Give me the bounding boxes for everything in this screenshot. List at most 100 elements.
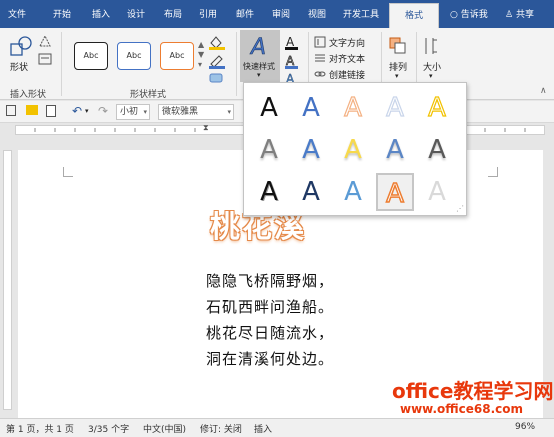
text-box-icon[interactable] <box>38 52 52 66</box>
text-outline-icon[interactable]: A <box>284 53 300 69</box>
font-name-combo[interactable]: 微软雅黑 ▾ <box>158 104 234 120</box>
shape-style-1[interactable]: Abc <box>74 42 108 70</box>
chevron-down-icon: ▾ <box>143 108 147 116</box>
poem-line: 隐隐飞桥隔野烟， <box>206 272 335 290</box>
ribbon-tab-bar: 文件 开始 插入 设计 布局 引用 邮件 审阅 视图 开发工具 格式 ○ 告诉我… <box>0 0 554 31</box>
font-size-combo[interactable]: 小初 ▾ <box>116 104 150 120</box>
chevron-down-icon: ▾ <box>395 72 399 80</box>
font-size-value: 小初 <box>120 107 139 117</box>
shapes-icon[interactable] <box>10 36 32 56</box>
word-count[interactable]: 3/35 个字 <box>88 422 129 435</box>
tab-review[interactable]: 审阅 <box>264 0 298 28</box>
quick-style-option[interactable]: A <box>376 131 414 169</box>
margin-corner-mark <box>488 167 498 177</box>
tab-format[interactable]: 格式 <box>389 3 439 31</box>
page-count[interactable]: 第 1 页，共 1 页 <box>6 422 74 435</box>
tab-layout[interactable]: 布局 <box>156 0 190 28</box>
watermark: office教程学习网 www.office68.com <box>392 380 553 416</box>
edit-shape-icon[interactable] <box>38 34 52 48</box>
quick-style-option[interactable]: A <box>292 173 330 211</box>
arrange-icon[interactable] <box>388 36 408 56</box>
chevron-down-icon: ▾ <box>227 108 231 116</box>
margin-corner-mark <box>63 167 73 177</box>
poem-line: 石矶西畔问渔船。 <box>206 298 335 316</box>
svg-text:A: A <box>249 35 266 58</box>
redo-icon[interactable]: ↷ <box>98 104 108 118</box>
shape-fill-icon[interactable] <box>208 34 226 50</box>
link-icon[interactable] <box>314 68 326 80</box>
chevron-down-icon[interactable]: ▾ <box>85 107 89 115</box>
font-name-value: 微软雅黑 <box>162 107 199 117</box>
lightbulb-icon: ○ <box>450 10 458 20</box>
size-icon[interactable] <box>423 36 443 56</box>
quick-style-option[interactable]: A <box>292 131 330 169</box>
group-label-insert-shapes: 插入形状 <box>9 90 46 100</box>
tab-insert[interactable]: 插入 <box>84 0 118 28</box>
quick-styles-gallery: A A A A A A A A A A A A A A A ⋰ <box>243 82 467 216</box>
group-separator <box>236 32 237 96</box>
tab-references[interactable]: 引用 <box>191 0 225 28</box>
quick-styles-button[interactable]: A 快速样式 ▾ <box>240 30 280 82</box>
text-direction-icon[interactable] <box>314 36 326 48</box>
ruler-track <box>3 150 12 410</box>
status-bar: 第 1 页，共 1 页 3/35 个字 中文(中国) 修订: 关闭 插入 96% <box>0 418 554 437</box>
quick-style-option[interactable]: A <box>418 131 456 169</box>
share-label: 共享 <box>515 10 534 20</box>
undo-icon[interactable]: ↶ <box>72 104 82 118</box>
quick-style-option[interactable]: A <box>334 173 372 211</box>
share-button[interactable]: ♙ 共享 <box>505 0 534 28</box>
zoom-level[interactable]: 96% <box>515 422 535 432</box>
poem-line: 洞在清溪何处边。 <box>206 350 335 368</box>
quick-style-option[interactable]: A <box>418 173 456 211</box>
indent-marker-icon[interactable]: ⧗ <box>203 123 209 133</box>
tab-view[interactable]: 视图 <box>300 0 334 28</box>
quick-style-option[interactable]: A <box>376 89 414 127</box>
shape-effects-icon[interactable] <box>208 72 226 84</box>
gallery-scroll-icon[interactable]: ▲ ▼ ▾ <box>198 40 204 70</box>
text-fill-icon[interactable]: A <box>284 34 300 50</box>
language-indicator[interactable]: 中文(中国) <box>143 422 186 435</box>
new-document-icon[interactable] <box>46 105 56 117</box>
text-direction-button[interactable]: 文字方向 <box>329 36 365 49</box>
quick-style-option[interactable]: A <box>250 173 288 211</box>
resize-grip-icon[interactable]: ⋰ <box>456 204 464 213</box>
person-icon: ♙ <box>505 10 514 20</box>
tab-developer[interactable]: 开发工具 <box>337 0 385 28</box>
tab-design[interactable]: 设计 <box>119 0 153 28</box>
align-text-icon[interactable] <box>314 52 326 64</box>
quick-style-option[interactable]: A <box>334 89 372 127</box>
quick-style-option[interactable]: A <box>292 89 330 127</box>
shape-style-2[interactable]: Abc <box>117 42 151 70</box>
insert-mode-indicator[interactable]: 插入 <box>254 422 272 435</box>
shapes-button-label[interactable]: 形状 <box>10 60 28 73</box>
track-changes-indicator[interactable]: 修订: 关闭 <box>200 422 242 435</box>
tab-file[interactable]: 文件 <box>0 0 34 28</box>
shape-style-3[interactable]: Abc <box>160 42 194 70</box>
tab-home[interactable]: 开始 <box>45 0 79 28</box>
svg-text:A: A <box>286 54 295 68</box>
quick-style-option[interactable]: A <box>250 131 288 169</box>
quick-style-option[interactable]: A <box>250 89 288 127</box>
tell-me-label: 告诉我 <box>460 10 488 20</box>
wordart-a-icon: A <box>249 35 267 58</box>
save-icon[interactable] <box>6 105 16 116</box>
create-link-button[interactable]: 创建链接 <box>329 68 365 81</box>
chevron-down-icon: ▾ <box>257 71 261 79</box>
group-label-shape-styles: 形状样式 <box>129 90 166 100</box>
chevron-down-icon: ▾ <box>429 72 433 80</box>
quick-style-option[interactable]: A <box>418 89 456 127</box>
tell-me-button[interactable]: ○ 告诉我 <box>450 0 488 28</box>
tab-mailings[interactable]: 邮件 <box>228 0 262 28</box>
vertical-ruler <box>0 150 15 410</box>
quick-style-option[interactable]: A <box>376 173 414 211</box>
watermark-line-2: www.office68.com <box>400 402 524 416</box>
svg-text:A: A <box>286 35 295 49</box>
quick-style-option[interactable]: A <box>334 131 372 169</box>
open-folder-icon[interactable] <box>26 105 38 115</box>
group-separator <box>61 32 62 96</box>
poem-line: 桃花尽日随流水， <box>206 324 335 342</box>
collapse-ribbon-icon[interactable]: ∧ <box>540 86 547 96</box>
watermark-line-1: office教程学习网 <box>392 379 554 403</box>
align-text-button[interactable]: 对齐文本 <box>329 52 365 65</box>
shape-outline-icon[interactable] <box>208 53 226 69</box>
